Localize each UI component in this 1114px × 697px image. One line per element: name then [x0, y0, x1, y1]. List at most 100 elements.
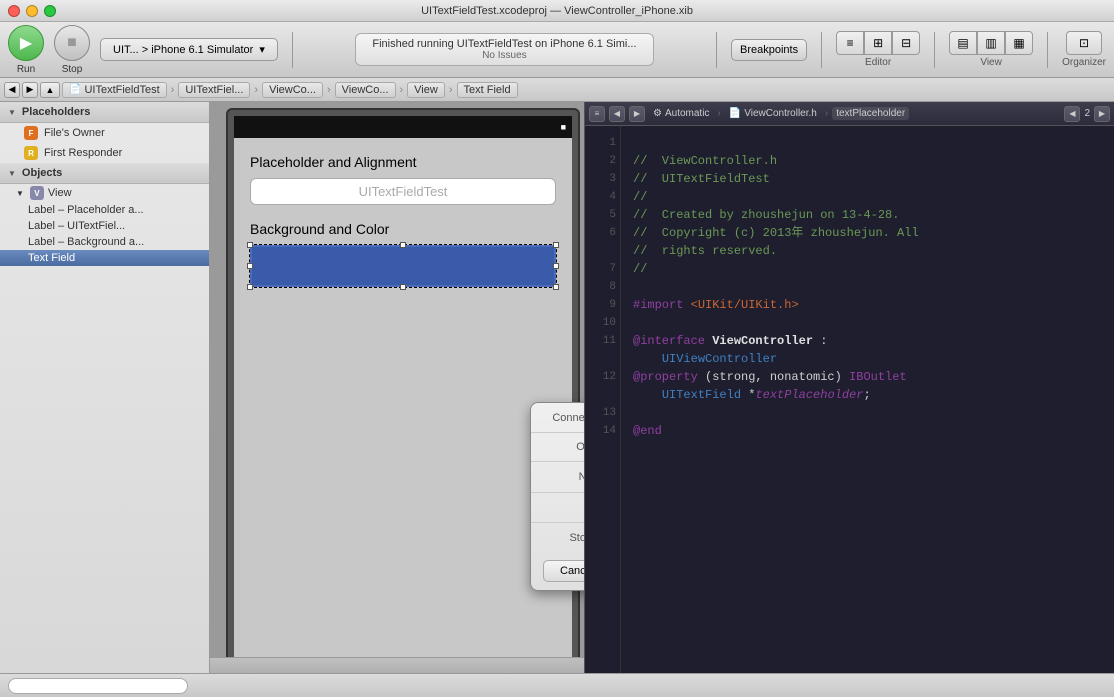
navigator-button[interactable]: ▤: [949, 31, 977, 55]
breadcrumb-sep-4: ›: [400, 84, 404, 96]
type-row: Type UITextField ▾: [531, 493, 584, 523]
tree-textfield-label: Text Field: [28, 252, 75, 264]
breadcrumb: 📄 UITextFieldTest › UITextFiel... › View…: [62, 82, 518, 98]
breadcrumb-4: ViewCo...: [342, 84, 389, 96]
collapse-icon-2: ▼: [8, 169, 16, 178]
editor-toggle[interactable]: ≡ ⊞ ⊟: [836, 31, 920, 55]
connection-field-label: Connection: [543, 412, 584, 424]
breadcrumb-sep-2: ›: [254, 84, 258, 96]
name-row: Name: [531, 462, 584, 493]
ib-content: Placeholder and Alignment UITextFieldTes…: [234, 138, 572, 303]
cancel-button[interactable]: Cancel: [543, 560, 584, 582]
popup-buttons: Cancel Connect: [531, 552, 584, 590]
objects-section-header[interactable]: ▼ Objects: [0, 163, 209, 184]
breadcrumb-5: View: [414, 84, 438, 96]
breadcrumb-view[interactable]: View: [407, 82, 445, 98]
run-button[interactable]: ▶ Run: [8, 25, 44, 75]
breadcrumb-vc2[interactable]: ViewCo...: [335, 82, 396, 98]
handle-ml[interactable]: [247, 263, 253, 269]
placeholders-section-header[interactable]: ▼ Placeholders: [0, 102, 209, 123]
close-button[interactable]: [8, 5, 20, 17]
breadcrumb-textfield[interactable]: Text Field: [457, 82, 518, 98]
toolbar-separator: [292, 32, 293, 68]
version-editor-button[interactable]: ⊟: [892, 31, 920, 55]
handle-tm[interactable]: [400, 242, 406, 248]
code-nav-automatic[interactable]: ⚙ Automatic: [649, 108, 713, 119]
handle-br[interactable]: [553, 284, 559, 290]
breakpoints-button[interactable]: Breakpoints: [731, 39, 807, 61]
left-panel: ▼ Placeholders F File's Owner R First Re…: [0, 102, 210, 673]
first-responder-item[interactable]: R First Responder: [0, 143, 209, 163]
bg-textfield[interactable]: [250, 245, 556, 287]
organizer-button[interactable]: ⊡: [1066, 31, 1102, 55]
collapse-icon: ▼: [8, 108, 16, 117]
handle-tl[interactable]: [247, 242, 253, 248]
window-controls[interactable]: [0, 5, 56, 17]
view-toggle[interactable]: ▤ ▥ ▦: [949, 31, 1033, 55]
code-nav-file[interactable]: 📄 ViewController.h: [725, 108, 821, 119]
code-line-6b: // rights reserved.: [633, 242, 1102, 260]
code-editor-panel: ≡ ◀ ▶ ⚙ Automatic › 📄 ViewController.h ›…: [584, 102, 1114, 673]
automatic-icon: ⚙: [653, 108, 662, 119]
code-line-6: // Copyright (c) 2013年 zhoushejun. All: [633, 224, 1102, 242]
breakpoints-section: Breakpoints: [731, 39, 807, 61]
horizontal-scrollbar[interactable]: [210, 657, 584, 673]
ib-canvas[interactable]: ■ Placeholder and Alignment UITextFieldT…: [210, 102, 584, 673]
placeholders-label: Placeholders: [22, 106, 90, 118]
files-owner-label: File's Owner: [44, 127, 105, 139]
tree-label-background-label: Label – Background a...: [28, 236, 144, 248]
debug-button[interactable]: ▥: [977, 31, 1005, 55]
breadcrumb-6: Text Field: [464, 84, 511, 96]
bg-textfield-container[interactable]: [250, 245, 556, 287]
code-nav-forward-button[interactable]: ▶: [629, 106, 645, 122]
stop-button[interactable]: ■ Stop: [54, 25, 90, 75]
breadcrumb-vc1[interactable]: ViewCo...: [262, 82, 323, 98]
device-frame: ■ Placeholder and Alignment UITextFieldT…: [226, 108, 580, 673]
type-field-label: Type: [543, 502, 584, 514]
tree-label-background[interactable]: Label – Background a...: [0, 234, 209, 250]
files-owner-item[interactable]: F File's Owner: [0, 123, 209, 143]
handle-bl[interactable]: [247, 284, 253, 290]
breadcrumb-1: UITextFieldTest: [84, 84, 159, 96]
utilities-button[interactable]: ▦: [1005, 31, 1033, 55]
placeholder-textfield-demo[interactable]: UITextFieldTest: [250, 178, 556, 205]
breadcrumb-3: ViewCo...: [269, 84, 316, 96]
title-bar: UITextFieldTest.xcodeproj — ViewControll…: [0, 0, 1114, 22]
code-line-12b: UITextField *textPlaceholder;: [633, 386, 1102, 404]
placeholder-text: UITextFieldTest: [359, 184, 448, 199]
tree-textfield-item[interactable]: Text Field: [0, 250, 209, 266]
storage-row: Storage Strong ▾: [531, 523, 584, 552]
organizer-label: Organizer: [1062, 57, 1106, 68]
stop-label: Stop: [62, 64, 83, 75]
breadcrumb-2: UITextFiel...: [185, 84, 243, 96]
nav-up-button[interactable]: ▲: [40, 82, 60, 98]
symbol-nav-label: textPlaceholder: [836, 108, 905, 119]
handle-tr[interactable]: [553, 242, 559, 248]
tree-view-item[interactable]: ▼ V View: [0, 184, 209, 202]
nav-back-button[interactable]: ◀: [4, 82, 20, 98]
handle-bm[interactable]: [400, 284, 406, 290]
nav-forward-button[interactable]: ▶: [22, 82, 38, 98]
bottom-bar: [0, 673, 1114, 697]
connection-popup: Connection Outlet ▾ Object F File's Owne…: [530, 402, 584, 591]
first-responder-icon: R: [24, 146, 38, 160]
code-nav-menu-button[interactable]: ≡: [589, 106, 605, 122]
breadcrumb-sep-3: ›: [327, 84, 331, 96]
page-nav-next[interactable]: ▶: [1094, 106, 1110, 122]
search-input[interactable]: [8, 678, 188, 694]
code-nav-back-button[interactable]: ◀: [609, 106, 625, 122]
scheme-selector[interactable]: UIT... > iPhone 6.1 Simulator ▾: [100, 38, 278, 61]
maximize-button[interactable]: [44, 5, 56, 17]
code-nav-sep: ›: [717, 108, 720, 119]
breadcrumb-project[interactable]: 📄 UITextFieldTest: [62, 82, 167, 98]
code-nav-symbol[interactable]: textPlaceholder: [832, 107, 909, 120]
assistant-editor-button[interactable]: ⊞: [864, 31, 892, 55]
minimize-button[interactable]: [26, 5, 38, 17]
page-nav-prev[interactable]: ◀: [1064, 106, 1080, 122]
tree-label-placeholder[interactable]: Label – Placeholder a...: [0, 202, 209, 218]
handle-mr[interactable]: [553, 263, 559, 269]
breadcrumb-folder[interactable]: UITextFiel...: [178, 82, 250, 98]
standard-editor-button[interactable]: ≡: [836, 31, 864, 55]
run-icon: ▶: [8, 25, 44, 61]
tree-label-uitextfield[interactable]: Label – UITextFiel...: [0, 218, 209, 234]
